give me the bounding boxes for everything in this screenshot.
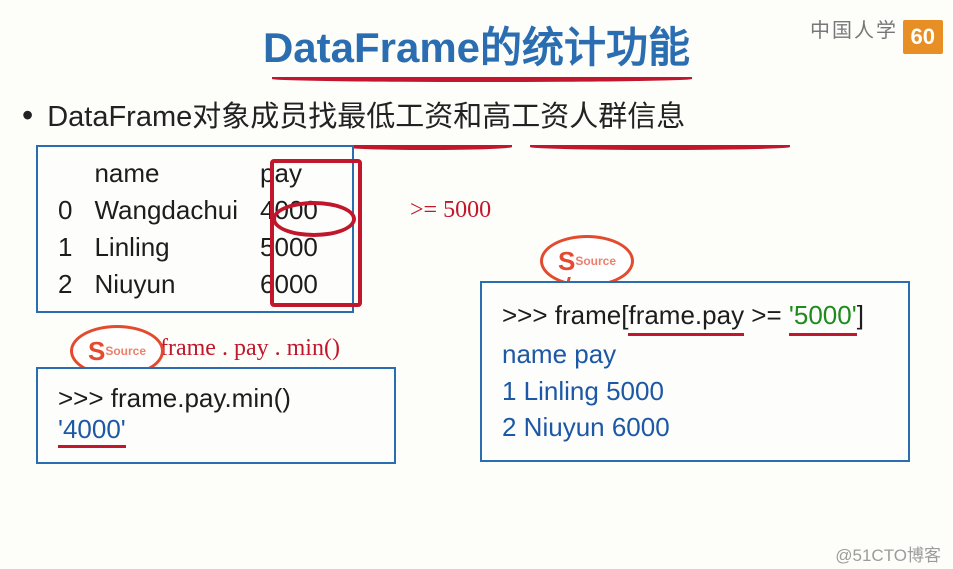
output-row: 1 Linling 5000 <box>502 373 888 409</box>
hand-circle-4000 <box>272 201 356 237</box>
output-min: '4000' <box>58 414 126 448</box>
code-box-min: >>> frame.pay.min() '4000' <box>36 367 396 464</box>
code-text: frame.pay.min() <box>111 383 291 413</box>
watermark-top: 中国人学 <box>810 14 898 43</box>
code-frame-pay: frame.pay <box>628 297 744 336</box>
hand-annotation-frame-pay-min: frame . pay . min() <box>160 335 340 362</box>
hand-annotation-ge5000: >= 5000 <box>410 197 491 224</box>
content-area: name pay 0 Wangdachui 4000 1 Linling 500… <box>0 135 953 555</box>
output-row: 2 Niuyun 6000 <box>502 409 888 445</box>
col-name: name <box>88 155 254 192</box>
watermark-bottom: @51CTO博客 <box>835 541 941 566</box>
col-blank <box>52 155 88 192</box>
title-underline <box>272 76 692 82</box>
prompt: >>> <box>502 300 555 330</box>
bullet-dot: • <box>22 97 33 134</box>
bullet-text: DataFrame对象成员找最低工资和高工资人群信息 <box>47 93 685 135</box>
code-box-filter: >>> frame[frame.pay >= '5000'] name pay … <box>480 281 910 462</box>
bullet-point: • DataFrame对象成员找最低工资和高工资人群信息 <box>22 93 953 135</box>
output-header: name pay <box>502 336 888 372</box>
prompt: >>> <box>58 383 111 413</box>
source-badge: SSource <box>540 235 634 287</box>
code-string-5000: '5000' <box>789 297 857 336</box>
dataframe-table: name pay 0 Wangdachui 4000 1 Linling 500… <box>36 145 354 313</box>
page-number-badge: 60 <box>903 20 943 54</box>
